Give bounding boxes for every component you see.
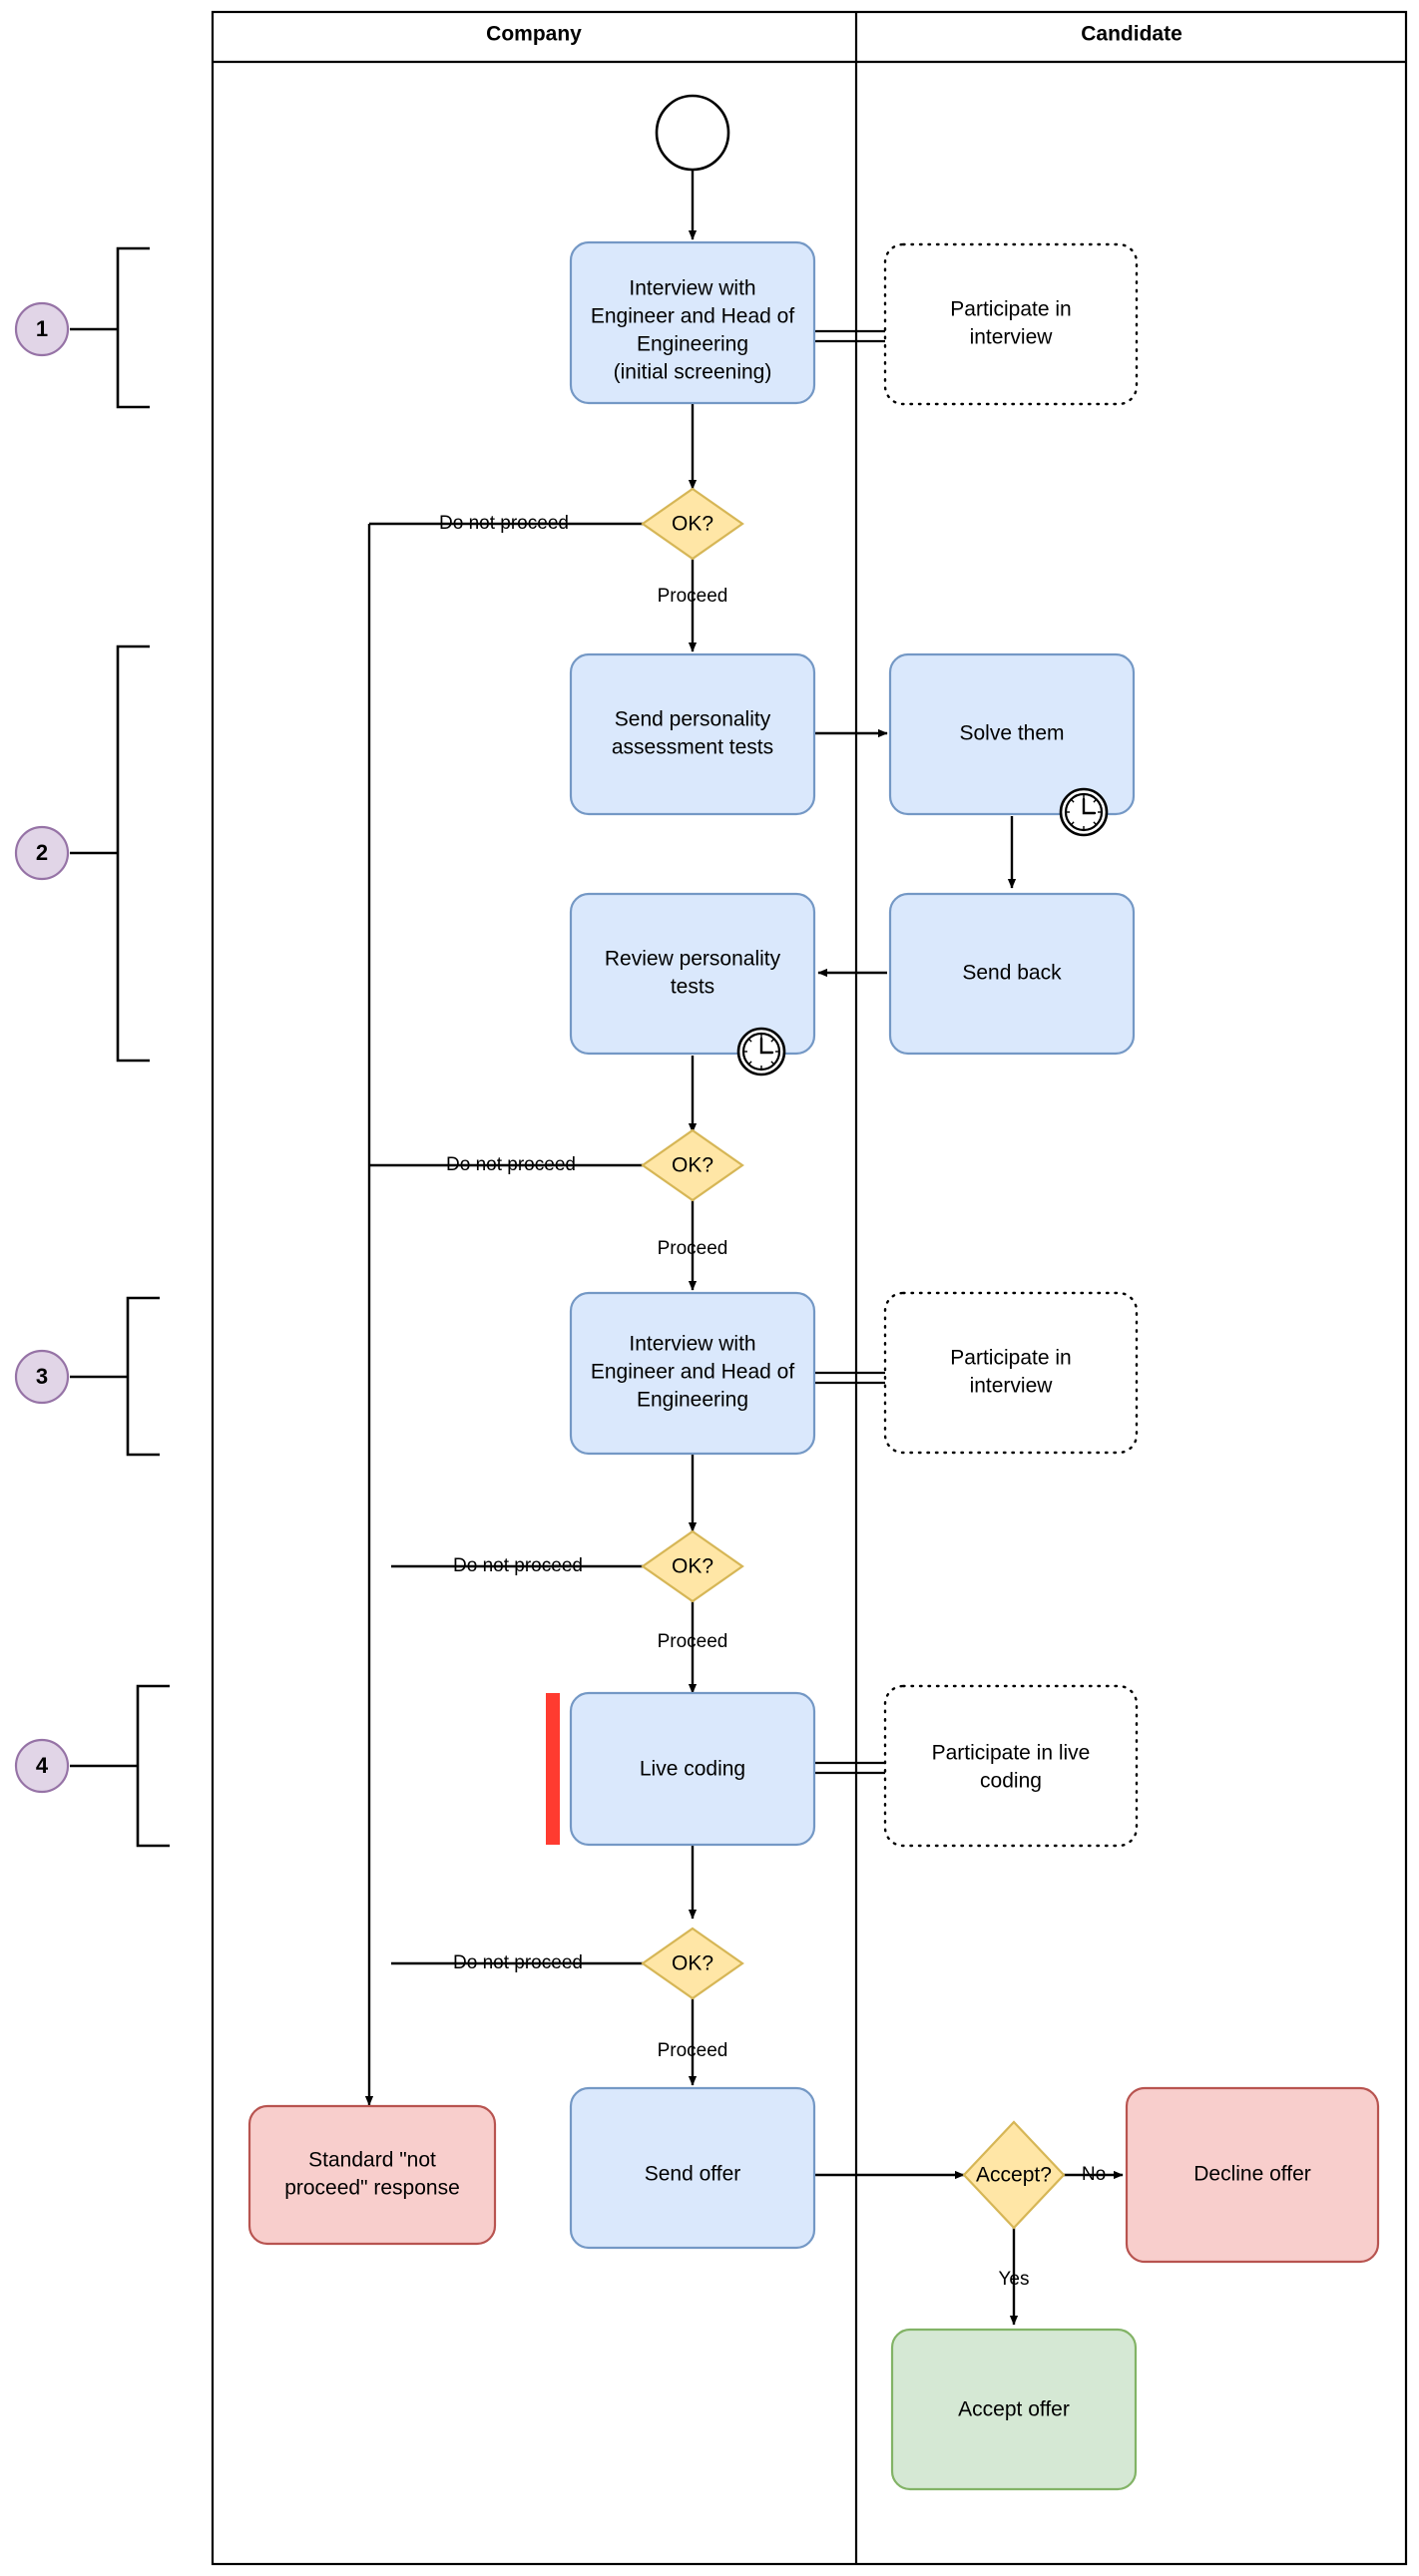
gateway-ok-3[interactable]: OK? xyxy=(641,1529,744,1603)
edge-label-do-not-proceed-3: Do not proceed xyxy=(453,1555,583,1576)
gateway-ok-4[interactable]: OK? xyxy=(641,1927,744,2000)
flowchart-svg: Company Candidate 1 2 3 4 Interview with… xyxy=(14,10,1408,2566)
timer-icon[interactable] xyxy=(736,1027,786,1076)
gateway-label: Accept? xyxy=(976,2164,1052,2187)
timer-icon[interactable] xyxy=(1059,787,1109,837)
task-standard-not-proceed-response[interactable]: Standard "not proceed" response xyxy=(247,2104,497,2246)
task-box xyxy=(247,2104,497,2246)
task-label-line-1: Send back xyxy=(962,962,1062,985)
edge-label-proceed-4: Proceed xyxy=(658,2040,728,2061)
connectors xyxy=(364,165,1124,2326)
flowchart-canvas: Company Candidate 1 2 3 4 Interview with… xyxy=(0,0,1419,2576)
phase-1-bracket xyxy=(116,246,150,409)
task-label-line-1: Live coding xyxy=(640,1758,745,1781)
task-label-line-4: (initial screening) xyxy=(614,361,772,384)
task-label-line-2: interview xyxy=(970,1375,1054,1398)
edge-label-proceed-1: Proceed xyxy=(658,586,728,607)
task-solve-them[interactable]: Solve them xyxy=(888,652,1136,816)
task-accept-offer[interactable]: Accept offer xyxy=(890,2328,1138,2491)
edge-label-do-not-proceed-2: Do not proceed xyxy=(446,1154,576,1175)
start-event-circle xyxy=(655,94,730,172)
edge-label-accept-yes: Yes xyxy=(999,2269,1030,2290)
task-label-line-2: Engineer and Head of xyxy=(591,1361,794,1384)
task-box xyxy=(883,1291,1139,1455)
task-interview-with-engineer-2[interactable]: Interview with Engineer and Head of Engi… xyxy=(569,1291,816,1456)
task-label-line-2: proceed" response xyxy=(284,2177,460,2200)
gateway-label: OK? xyxy=(672,1555,713,1578)
task-label-line-1: Participate in xyxy=(950,298,1071,321)
task-review-personality-tests[interactable]: Review personality tests xyxy=(569,892,816,1056)
edge-label-do-not-proceed-1: Do not proceed xyxy=(439,513,569,534)
gateway-ok-1[interactable]: OK? xyxy=(641,487,744,561)
edge-label-proceed-3: Proceed xyxy=(658,1631,728,1652)
task-label-line-2: interview xyxy=(970,326,1054,349)
task-participate-in-live-coding[interactable]: Participate in live coding xyxy=(883,1684,1139,1848)
task-label-line-1: Interview with xyxy=(629,1333,755,1356)
start-event[interactable] xyxy=(655,94,730,172)
task-participate-in-interview-2[interactable]: Participate in interview xyxy=(883,1291,1139,1455)
phase-4-badge-label: 4 xyxy=(36,1753,49,1778)
phase-4-bracket xyxy=(136,1684,170,1848)
edge-label-do-not-proceed-4: Do not proceed xyxy=(453,1952,583,1973)
task-box xyxy=(883,1684,1139,1848)
task-label-line-1: Decline offer xyxy=(1193,2163,1311,2186)
task-label-line-3: Engineering xyxy=(637,1389,748,1412)
task-label-line-2: assessment tests xyxy=(612,736,773,759)
phase-3-bracket xyxy=(126,1296,160,1457)
task-label-line-3: Engineering xyxy=(637,333,748,356)
phase-3-badge-label: 3 xyxy=(36,1364,48,1389)
task-box xyxy=(883,242,1139,406)
phase-1-badge-label: 1 xyxy=(36,316,48,341)
gateway-label: OK? xyxy=(672,1154,713,1177)
task-label-line-1: Solve them xyxy=(959,722,1064,745)
association-interview1 xyxy=(814,329,885,343)
lane-title-candidate: Candidate xyxy=(1081,23,1182,46)
edge-label-accept-no: No xyxy=(1082,2164,1106,2185)
task-send-personality-assessment-tests[interactable]: Send personality assessment tests xyxy=(569,652,816,816)
task-send-offer[interactable]: Send offer xyxy=(569,2086,816,2250)
gateway-accept[interactable]: Accept? xyxy=(962,2120,1066,2230)
task-label-line-1: Standard "not xyxy=(308,2149,436,2172)
task-box xyxy=(569,892,816,1056)
task-label-line-1: Accept offer xyxy=(958,2398,1070,2421)
task-label-line-1: Send personality xyxy=(615,708,771,731)
association-interview2 xyxy=(814,1371,885,1385)
task-label-line-1: Participate in live xyxy=(932,1742,1091,1765)
task-live-coding[interactable]: Live coding xyxy=(546,1691,816,1847)
task-label-line-1: Send offer xyxy=(645,2163,741,2186)
gateway-ok-2[interactable]: OK? xyxy=(641,1128,744,1202)
task-label-line-2: Engineer and Head of xyxy=(591,305,794,328)
gateway-label: OK? xyxy=(672,1952,713,1975)
phase-2-bracket xyxy=(116,644,150,1063)
task-send-back[interactable]: Send back xyxy=(888,892,1136,1056)
task-decline-offer[interactable]: Decline offer xyxy=(1125,2086,1380,2264)
task-label-line-1: Participate in xyxy=(950,1347,1071,1370)
task-box xyxy=(569,652,816,816)
red-bar-marker xyxy=(546,1693,560,1845)
task-participate-in-interview-1[interactable]: Participate in interview xyxy=(883,242,1139,406)
phase-2-badge-label: 2 xyxy=(36,840,48,865)
lane-title-company: Company xyxy=(486,23,582,46)
task-label-line-1: Interview with xyxy=(629,277,755,300)
gateway-label: OK? xyxy=(672,513,713,536)
task-label-line-1: Review personality xyxy=(605,948,781,971)
edge-label-proceed-2: Proceed xyxy=(658,1238,728,1259)
association-livecoding xyxy=(814,1761,885,1775)
task-label-line-2: tests xyxy=(671,976,714,999)
phase-markers: 1 2 3 4 xyxy=(14,246,170,1848)
task-interview-with-engineer-initial-screening[interactable]: Interview with Engineer and Head of Engi… xyxy=(569,240,816,405)
task-label-line-2: coding xyxy=(980,1770,1042,1793)
